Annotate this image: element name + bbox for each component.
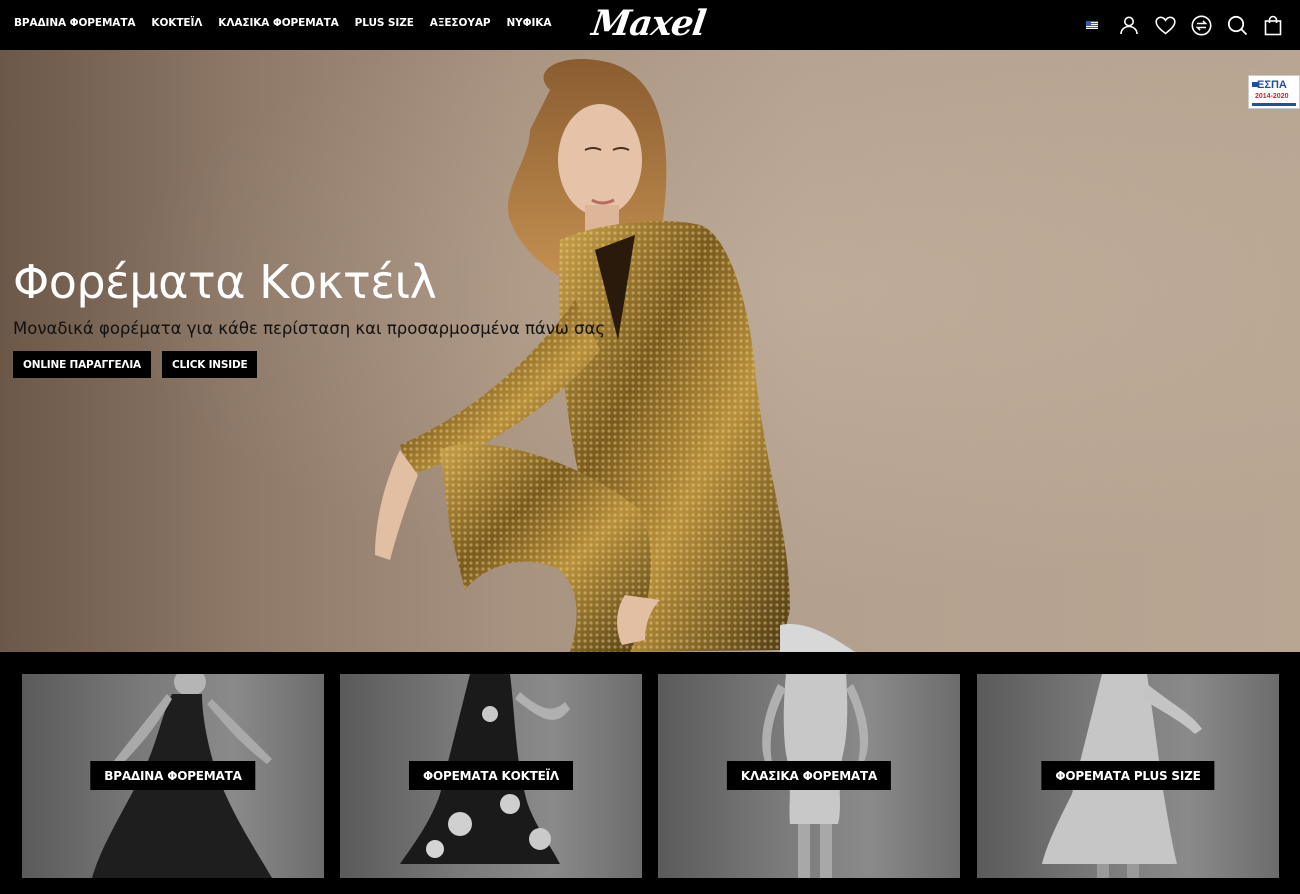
category-label: ΦΟΡΕΜΑΤΑ PLUS SIZE xyxy=(1041,761,1215,790)
site-header: ΒΡΑΔΙΝΑ ΦΟΡΕΜΑΤΑ ΚΟΚΤΕΪΛ ΚΛΑΣΙΚΑ ΦΟΡΕΜΑΤ… xyxy=(0,0,1300,50)
nav-cocktail[interactable]: ΚΟΚΤΕΪΛ xyxy=(151,17,202,29)
main-nav: ΒΡΑΔΙΝΑ ΦΟΡΕΜΑΤΑ ΚΟΚΤΕΪΛ ΚΛΑΣΙΚΑ ΦΟΡΕΜΑΤ… xyxy=(14,0,551,46)
user-icon[interactable] xyxy=(1118,14,1140,36)
category-label: ΦΟΡΕΜΑΤΑ ΚΟΚΤΕΪΛ xyxy=(408,761,574,790)
nav-accessories[interactable]: ΑΞΕΣΟΥΑΡ xyxy=(430,17,491,29)
category-cocktail-dresses[interactable]: ΦΟΡΕΜΑΤΑ ΚΟΚΤΕΪΛ xyxy=(340,674,642,878)
greek-flag-icon[interactable] xyxy=(1086,21,1098,29)
nav-classic-dresses[interactable]: ΚΛΑΣΙΚΑ ΦΟΡΕΜΑΤΑ xyxy=(218,17,338,29)
category-evening-dresses[interactable]: ΒΡΑΔΙΝΑ ΦΟΡΕΜΑΤΑ xyxy=(22,674,324,878)
hero-title: Φορέματα Κοκτέιλ xyxy=(13,255,437,309)
category-plus-size-dresses[interactable]: ΦΟΡΕΜΑΤΑ PLUS SIZE xyxy=(977,674,1279,878)
maxel-logo[interactable]: Maxel xyxy=(589,3,710,44)
category-label: ΒΡΑΔΙΝΑ ΦΟΡΕΜΑΤΑ xyxy=(90,761,256,790)
logo-text: Maxel xyxy=(589,3,708,44)
model-photo xyxy=(375,59,855,652)
compare-icon[interactable] xyxy=(1190,14,1212,36)
category-grid: ΒΡΑΔΙΝΑ ΦΟΡΕΜΑΤΑ ΦΟΡΕΜΑΤΑ ΚΟΚΤΕΪΛ ΚΛΑΣΙΚ… xyxy=(0,652,1300,894)
hero-buttons: ONLINE ΠΑΡΑΓΓΕΛΙΑ CLICK INSIDE xyxy=(13,351,258,378)
nav-bridal[interactable]: ΝΥΦΙΚΑ xyxy=(506,17,551,29)
nav-evening-dresses[interactable]: ΒΡΑΔΙΝΑ ΦΟΡΕΜΑΤΑ xyxy=(14,17,136,29)
espa-badge[interactable]: ΕΣΠΑ 2014-2020 xyxy=(1248,75,1300,109)
hero-banner: Φορέματα Κοκτέιλ Μοναδικά φορέματα για κ… xyxy=(0,50,1300,652)
header-icons xyxy=(1086,12,1284,38)
heart-icon[interactable] xyxy=(1154,14,1176,36)
espa-bar xyxy=(1252,103,1296,106)
espa-title: ΕΣΠΑ xyxy=(1257,79,1287,91)
nav-plus-size[interactable]: PLUS SIZE xyxy=(355,17,414,29)
category-classic-dresses[interactable]: ΚΛΑΣΙΚΑ ΦΟΡΕΜΑΤΑ xyxy=(658,674,960,878)
category-label: ΚΛΑΣΙΚΑ ΦΟΡΕΜΑΤΑ xyxy=(726,761,892,790)
click-inside-button[interactable]: CLICK INSIDE xyxy=(161,351,258,378)
shopping-bag-icon[interactable] xyxy=(1262,14,1284,36)
espa-years: 2014-2020 xyxy=(1255,93,1289,100)
hero-subtitle: Μοναδικά φορέματα για κάθε περίσταση και… xyxy=(13,319,606,338)
search-icon[interactable] xyxy=(1226,14,1248,36)
online-order-button[interactable]: ONLINE ΠΑΡΑΓΓΕΛΙΑ xyxy=(13,351,151,378)
